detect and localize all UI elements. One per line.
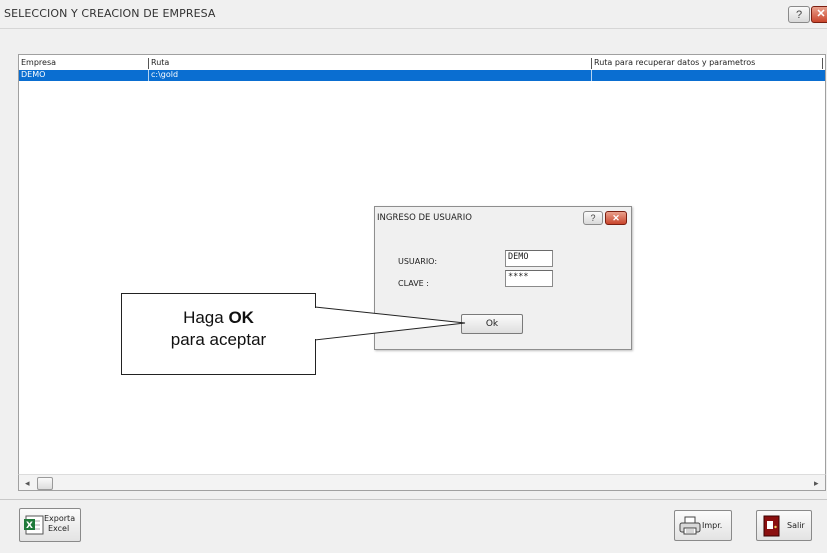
callout-box: Haga OK para aceptar <box>121 293 316 375</box>
callout-text-pre: Haga <box>183 308 229 327</box>
callout-text-bold: OK <box>228 308 254 327</box>
callout-joint <box>314 308 317 339</box>
callout-line2: para aceptar <box>170 330 267 349</box>
callout-line1: Haga OK <box>122 307 315 329</box>
callout-pointer <box>314 306 466 341</box>
